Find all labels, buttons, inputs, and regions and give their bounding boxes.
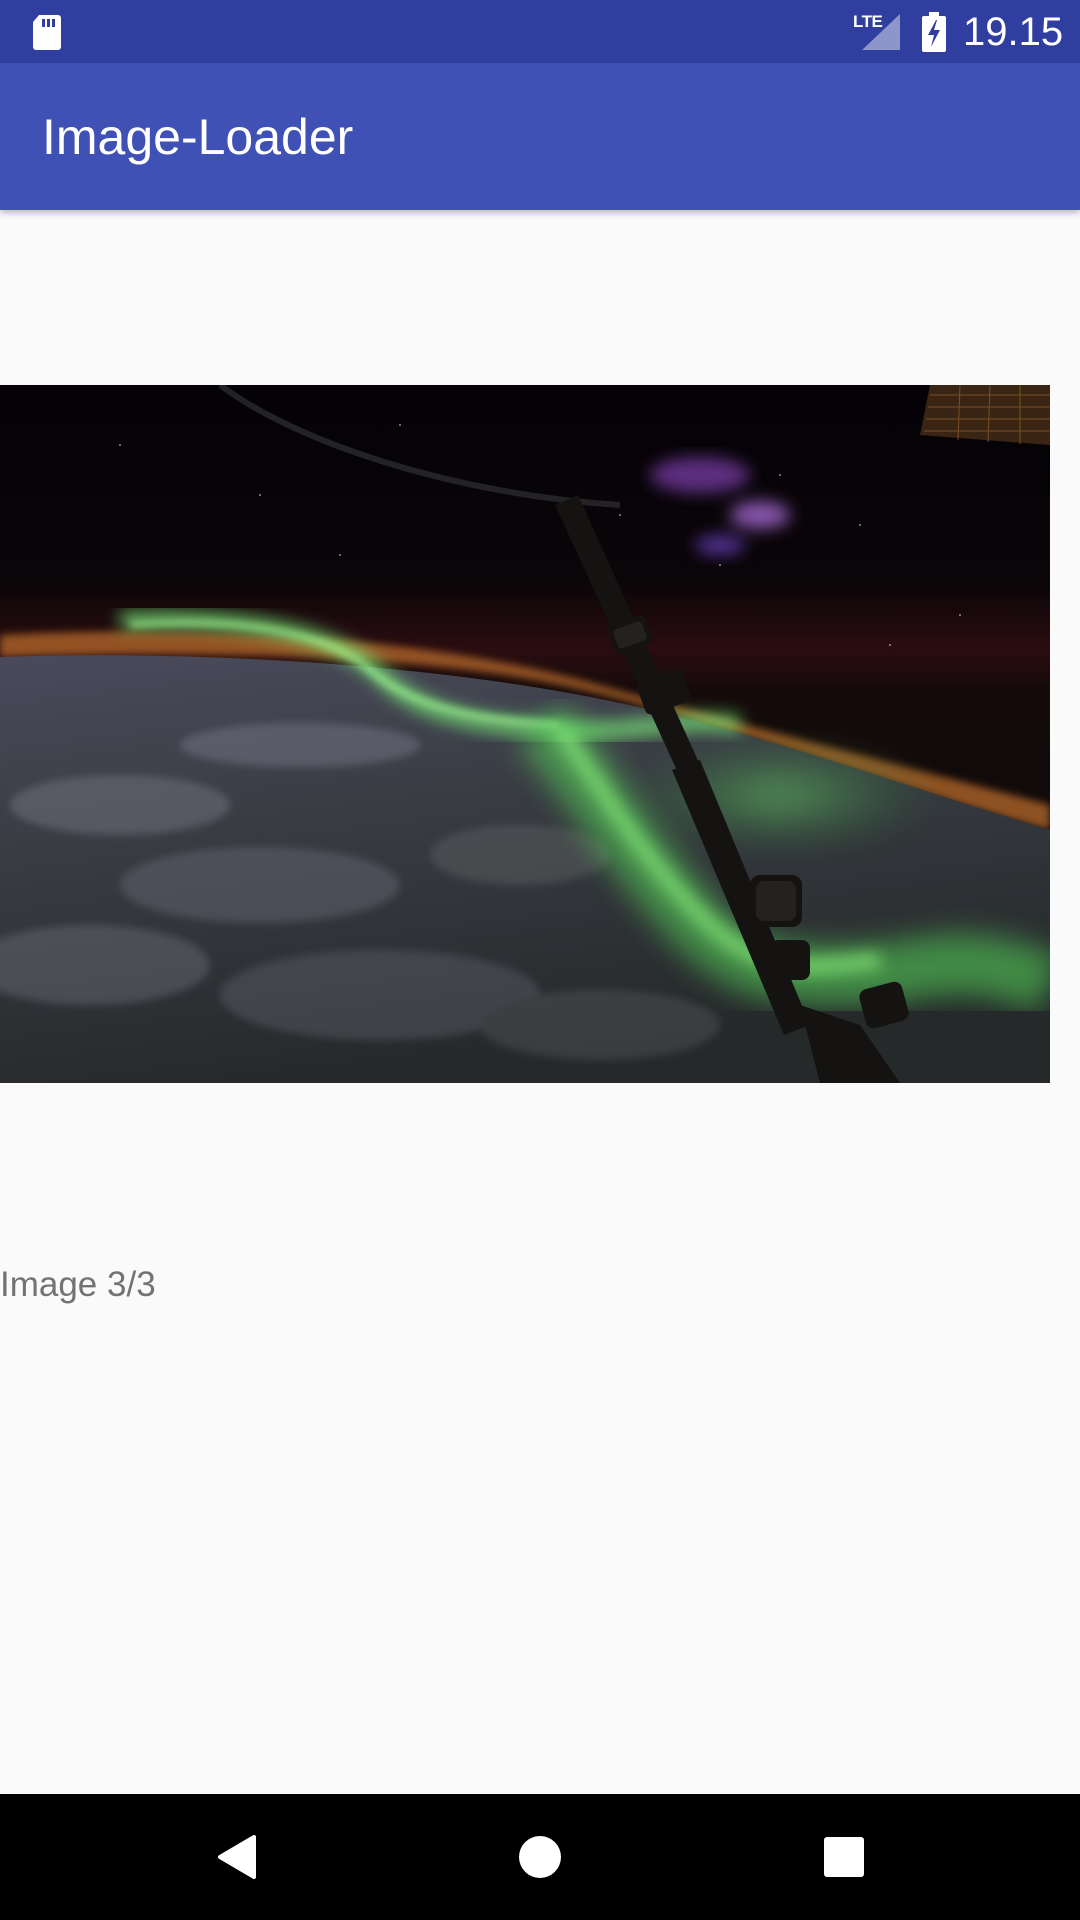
aurora-over-earth-photo — [0, 385, 1050, 1083]
sd-card-icon — [33, 15, 61, 50]
recents-icon — [824, 1837, 864, 1877]
image-viewer: Image 3/3 — [0, 210, 1080, 1794]
home-button[interactable] — [480, 1794, 600, 1920]
back-icon — [218, 1835, 256, 1879]
app-title: Image-Loader — [42, 109, 354, 165]
recents-button[interactable] — [784, 1794, 904, 1920]
image-display[interactable] — [0, 385, 1050, 1083]
battery-charging-icon — [922, 12, 946, 52]
back-button[interactable] — [176, 1794, 296, 1920]
navigation-bar — [0, 1794, 1080, 1920]
app-bar: Image-Loader — [0, 63, 1080, 210]
status-bar: LTE 19.15 — [0, 0, 1080, 63]
clock: 19.15 — [963, 10, 1064, 54]
image-counter: Image 3/3 — [0, 1265, 156, 1304]
home-icon — [519, 1836, 561, 1878]
network-type-label: LTE — [853, 12, 883, 31]
